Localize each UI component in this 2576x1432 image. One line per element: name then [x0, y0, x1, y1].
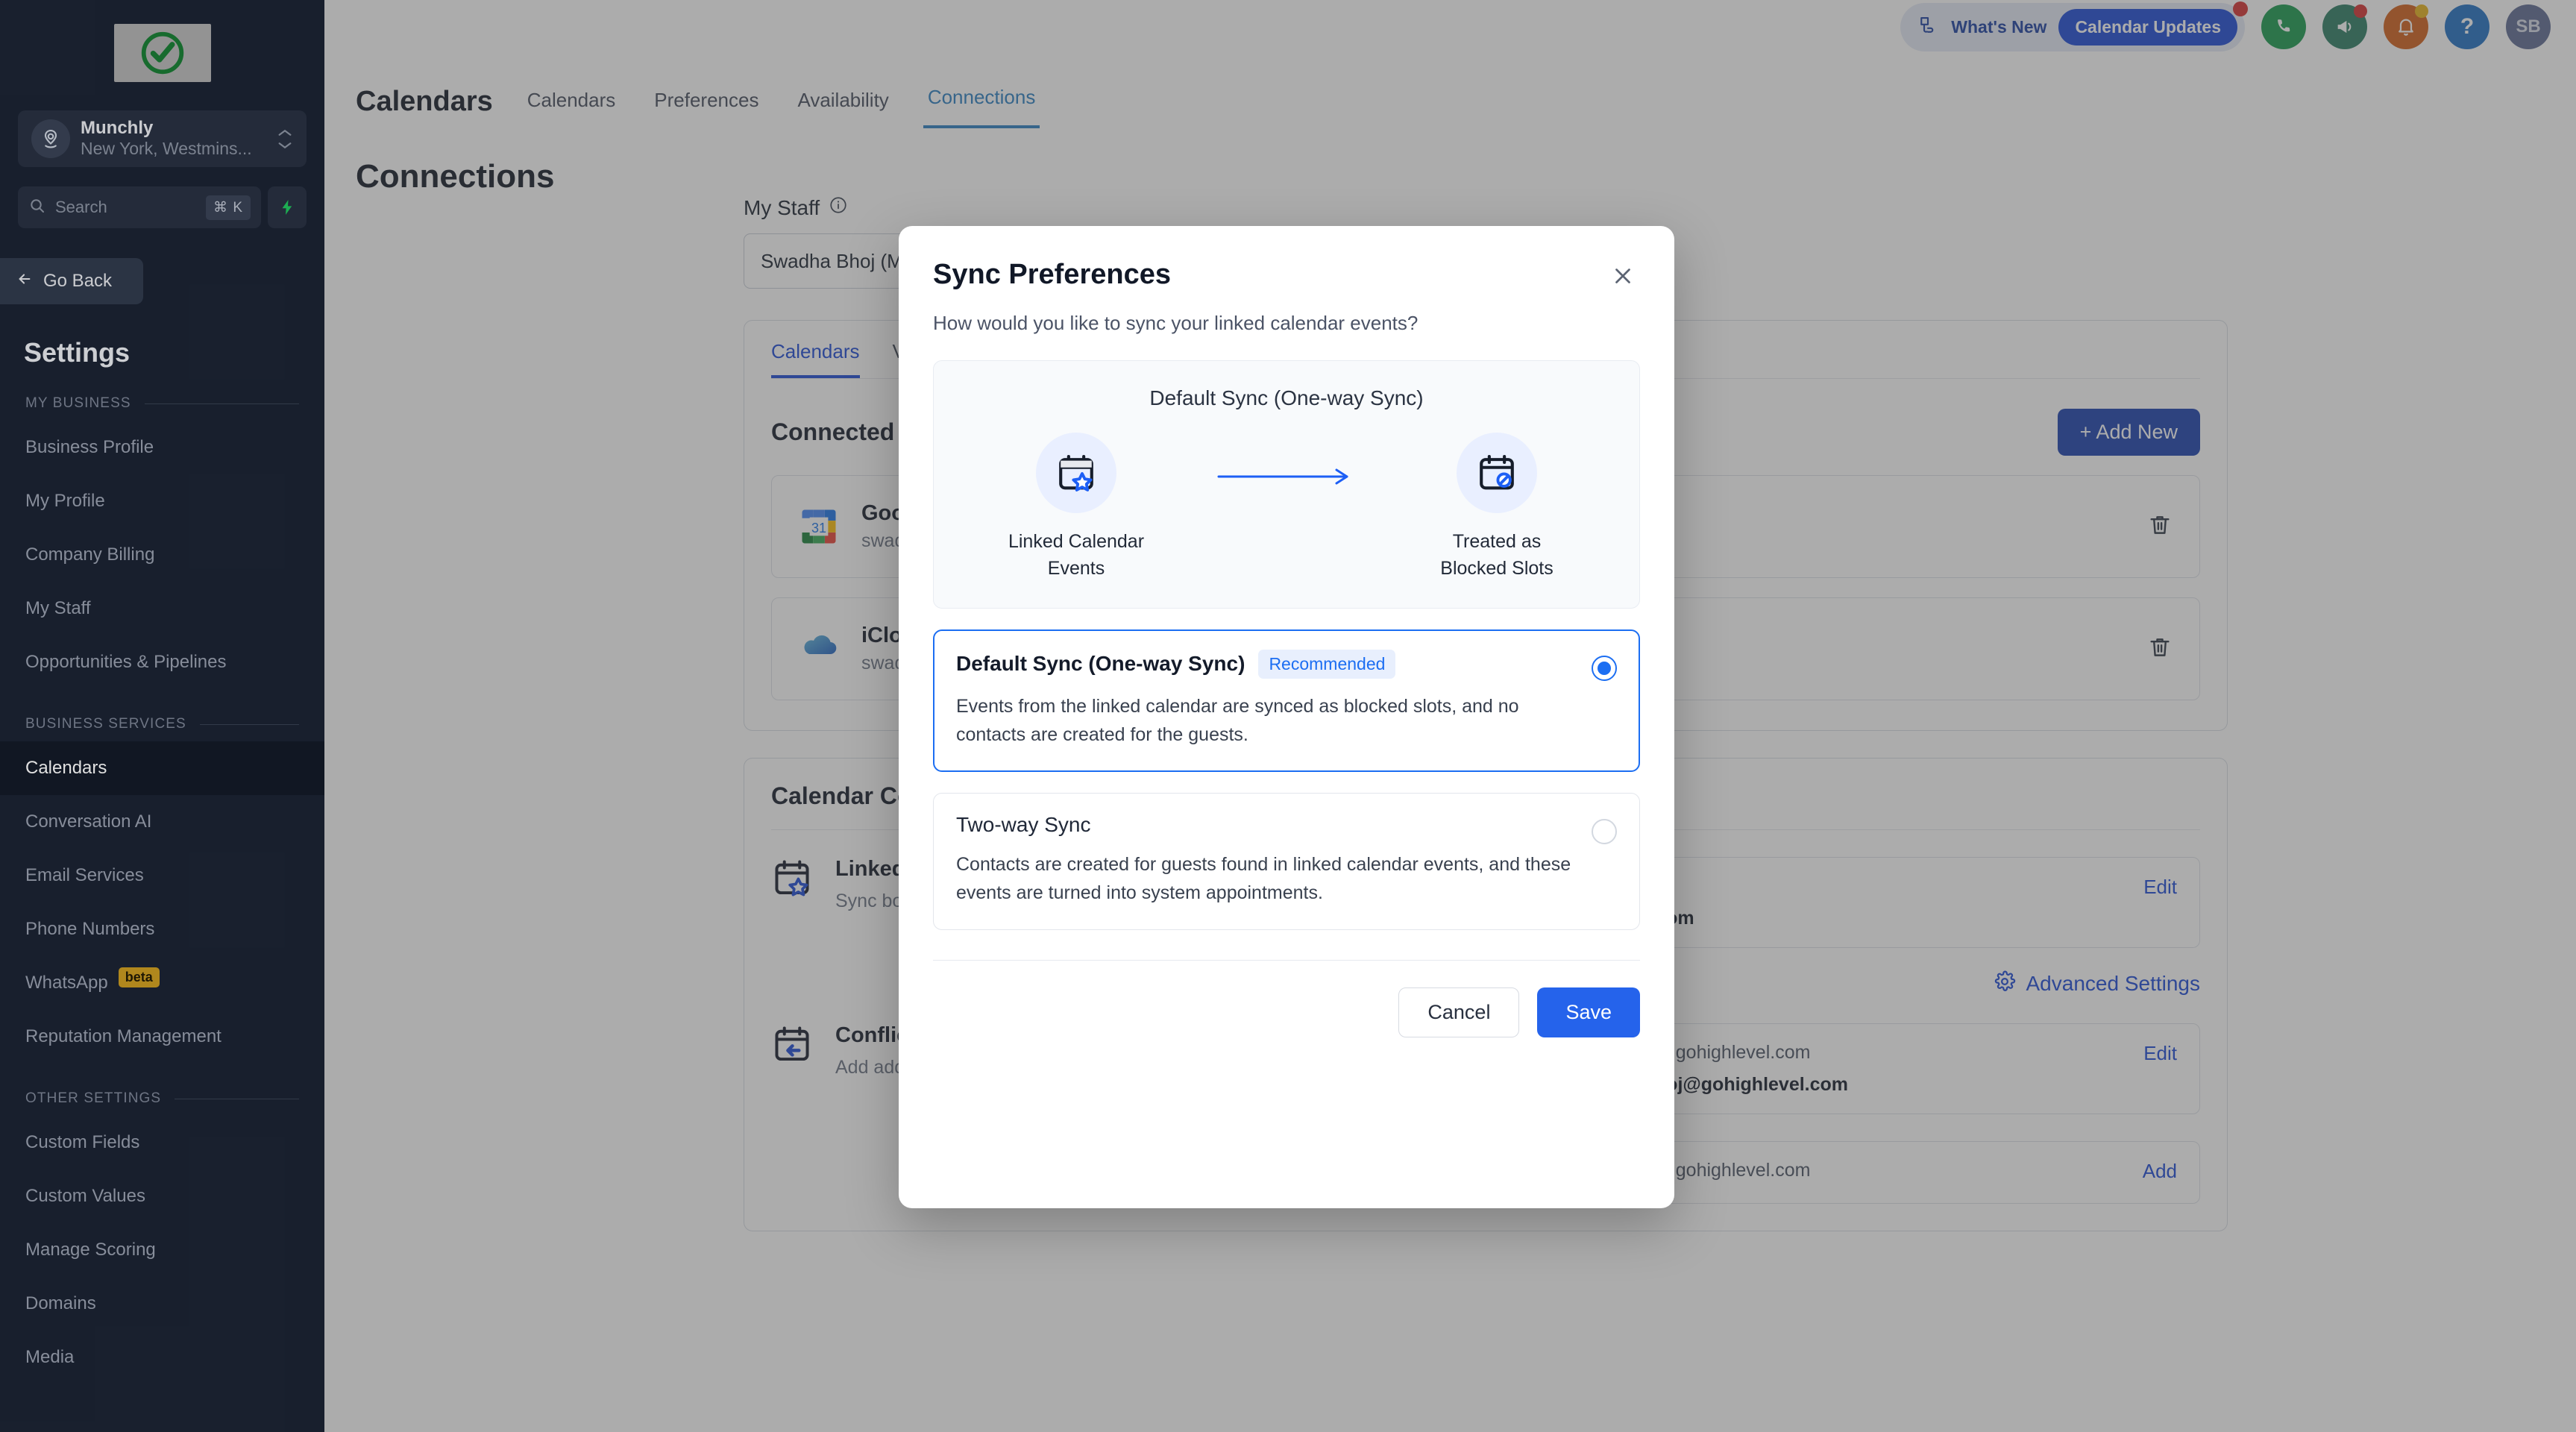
- sync-illustration: Default Sync (One-way Sync) Linked Ca: [933, 360, 1640, 609]
- illustration-row: Linked Calendar Events: [956, 433, 1617, 582]
- option-title: Default Sync (One-way Sync): [956, 652, 1245, 676]
- illustration-right: Treated as Blocked Slots: [1411, 433, 1583, 582]
- caption-line-2: Blocked Slots: [1440, 555, 1553, 582]
- caption-line-1: Treated as: [1440, 528, 1553, 555]
- sync-option-default[interactable]: Default Sync (One-way Sync) Recommended …: [933, 629, 1640, 772]
- sync-preferences-modal: Sync Preferences How would you like to s…: [899, 226, 1674, 1208]
- option-description: Contacts are created for guests found in…: [956, 850, 1574, 907]
- recommended-badge: Recommended: [1258, 650, 1395, 679]
- option-title: Two-way Sync: [956, 813, 1091, 837]
- illustration-right-caption: Treated as Blocked Slots: [1440, 528, 1553, 582]
- arrow-right-icon: [1216, 467, 1357, 490]
- modal-backdrop-left: [0, 0, 324, 1432]
- illustration-left: Linked Calendar Events: [990, 433, 1162, 582]
- sync-option-two-way[interactable]: Two-way Sync Contacts are created for gu…: [933, 793, 1640, 930]
- option-title-row: Default Sync (One-way Sync) Recommended: [956, 650, 1574, 679]
- illustration-left-caption: Linked Calendar Events: [1008, 528, 1144, 582]
- calendar-blocked-icon: [1457, 433, 1537, 513]
- modal-footer: Cancel Save: [933, 961, 1640, 1037]
- modal-subtitle: How would you like to sync your linked c…: [933, 312, 1640, 335]
- close-icon[interactable]: [1606, 259, 1640, 297]
- save-button[interactable]: Save: [1537, 987, 1640, 1037]
- radio-default-sync[interactable]: [1592, 656, 1617, 681]
- cancel-button[interactable]: Cancel: [1398, 987, 1519, 1037]
- modal-title: Sync Preferences: [933, 259, 1171, 291]
- radio-two-way-sync[interactable]: [1592, 819, 1617, 844]
- caption-line-2: Events: [1008, 555, 1144, 582]
- calendar-star-icon: [1036, 433, 1116, 513]
- option-title-row: Two-way Sync: [956, 813, 1574, 837]
- option-description: Events from the linked calendar are sync…: [956, 692, 1574, 749]
- caption-line-1: Linked Calendar: [1008, 528, 1144, 555]
- modal-header: Sync Preferences: [933, 259, 1640, 297]
- illustration-title: Default Sync (One-way Sync): [956, 386, 1617, 410]
- option-body: Two-way Sync Contacts are created for gu…: [956, 813, 1574, 907]
- option-body: Default Sync (One-way Sync) Recommended …: [956, 650, 1574, 749]
